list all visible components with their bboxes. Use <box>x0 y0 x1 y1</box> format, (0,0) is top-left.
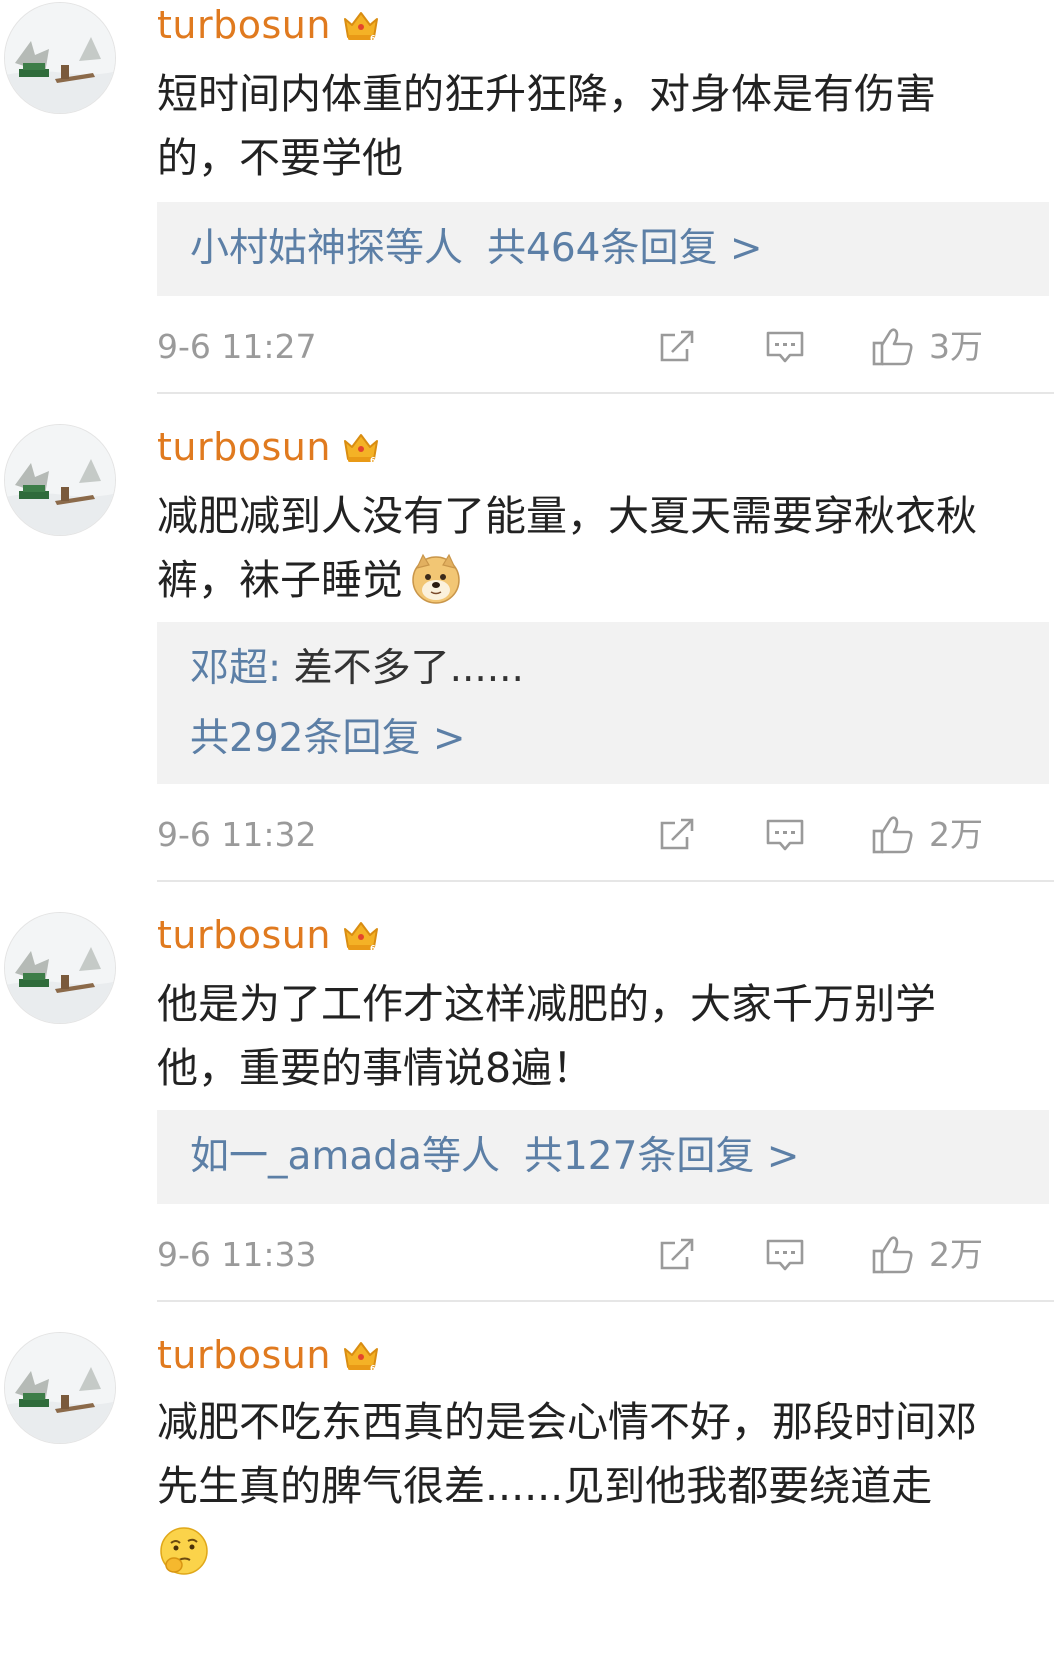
svg-text:6: 6 <box>370 944 376 953</box>
reply-user[interactable]: 邓超 <box>190 646 268 691</box>
comment-text: 减肥减到人没有了能量，大夏天需要穿秋衣秋裤，袜子睡觉 <box>157 484 1017 612</box>
username[interactable]: turbosun <box>157 0 331 50</box>
comment-text: 他是为了工作才这样减肥的，大家千万别学他，重要的事情说8遍！ <box>157 980 936 1092</box>
doge-emoji <box>412 553 460 604</box>
reply-summary[interactable]: 如一_amada等人 共127条回复 > <box>157 1110 1049 1204</box>
avatar[interactable] <box>4 2 116 114</box>
like-button[interactable]: 2万 <box>871 1230 983 1280</box>
avatar-image <box>5 3 115 113</box>
username[interactable]: turbosun <box>157 1330 331 1380</box>
comment-text: 短时间内体重的狂升狂降，对身体是有伤害的，不要学他 <box>157 70 936 182</box>
comment-button[interactable] <box>764 322 806 372</box>
comment-header: turbosun 6 <box>157 910 381 960</box>
username[interactable]: turbosun <box>157 910 331 960</box>
reply-preview: 邓超: 差不多了...... <box>190 646 524 691</box>
like-thumb-icon <box>872 816 913 854</box>
like-thumb-icon <box>872 1236 913 1274</box>
comment-text-body: 减肥不吃东西真的是会心情不好，那段时间邓先生真的脾气很差......见到他我都要… <box>157 1398 977 1510</box>
like-count: 2万 <box>929 1235 983 1274</box>
comment-feed: turbosun 6 短时间内体重的狂升狂降，对身体是有伤害的，不要学他 小村姑… <box>0 0 1054 1672</box>
share-button[interactable] <box>657 1230 697 1280</box>
thinking-emoji <box>160 1527 208 1575</box>
like-thumb-icon <box>872 328 913 366</box>
reply-summary[interactable]: 邓超: 差不多了...... 共292条回复 > <box>157 622 1049 784</box>
avatar-image <box>5 425 115 535</box>
divider <box>157 880 1054 882</box>
share-icon <box>660 1238 694 1270</box>
reply-summary-line: 如一_amada等人 共127条回复 > <box>190 1122 1049 1192</box>
comment-meta: 9-6 11:33 2万 <box>157 1230 1049 1280</box>
comment-text-body: 减肥减到人没有了能量，大夏天需要穿秋衣秋裤，袜子睡觉 <box>157 492 977 604</box>
share-icon <box>660 818 694 850</box>
share-button[interactable] <box>657 322 697 372</box>
reply-summary-line: 共292条回复 > <box>190 704 1049 774</box>
comment-meta: 9-6 11:27 3万 <box>157 322 1049 372</box>
like-button[interactable]: 2万 <box>871 810 983 860</box>
share-icon <box>660 330 694 362</box>
comment-text: 减肥不吃东西真的是会心情不好，那段时间邓先生真的脾气很差......见到他我都要… <box>157 1390 1017 1582</box>
share-button[interactable] <box>657 810 697 860</box>
crown-vip-icon: 6 <box>343 434 378 465</box>
avatar[interactable] <box>4 424 116 536</box>
divider <box>157 1300 1054 1302</box>
avatar[interactable] <box>4 912 116 1024</box>
svg-text:6: 6 <box>370 456 376 465</box>
timestamp: 9-6 11:27 <box>157 327 317 366</box>
reply-users[interactable]: 小村姑神探等人 <box>190 226 463 271</box>
comment-button[interactable] <box>764 810 806 860</box>
comment-icon <box>766 331 804 363</box>
reply-count-link[interactable]: 共127条回复 > <box>524 1134 800 1179</box>
reply-count-link[interactable]: 共464条回复 > <box>487 226 763 271</box>
reply-text: 差不多了...... <box>293 646 524 691</box>
reply-summary[interactable]: 小村姑神探等人 共464条回复 > <box>157 202 1049 296</box>
comment-icon <box>766 1239 804 1271</box>
avatar[interactable] <box>4 1332 116 1444</box>
crown-vip-icon: 6 <box>343 1342 378 1373</box>
divider <box>157 392 1054 394</box>
like-count: 3万 <box>929 327 983 366</box>
reply-summary-line: 小村姑神探等人 共464条回复 > <box>190 214 1049 284</box>
comment-meta: 9-6 11:32 2万 <box>157 810 1049 860</box>
username[interactable]: turbosun <box>157 422 331 472</box>
comment-header: turbosun 6 <box>157 1330 381 1380</box>
timestamp: 9-6 11:33 <box>157 1235 317 1274</box>
svg-text:6: 6 <box>370 34 376 43</box>
like-count: 2万 <box>929 815 983 854</box>
comment-header: turbosun 6 <box>157 0 381 50</box>
avatar-image <box>5 1333 115 1443</box>
crown-vip-icon: 6 <box>343 922 378 953</box>
comment-icon <box>766 819 804 851</box>
comment-button[interactable] <box>764 1230 806 1280</box>
avatar-image <box>5 913 115 1023</box>
comment-header: turbosun 6 <box>157 422 381 472</box>
like-button[interactable]: 3万 <box>871 322 983 372</box>
reply-count-link[interactable]: 共292条回复 > <box>190 716 466 761</box>
svg-text:6: 6 <box>370 1364 376 1373</box>
timestamp: 9-6 11:32 <box>157 815 317 854</box>
reply-users[interactable]: 如一_amada等人 <box>190 1134 500 1179</box>
crown-vip-icon: 6 <box>343 12 378 43</box>
